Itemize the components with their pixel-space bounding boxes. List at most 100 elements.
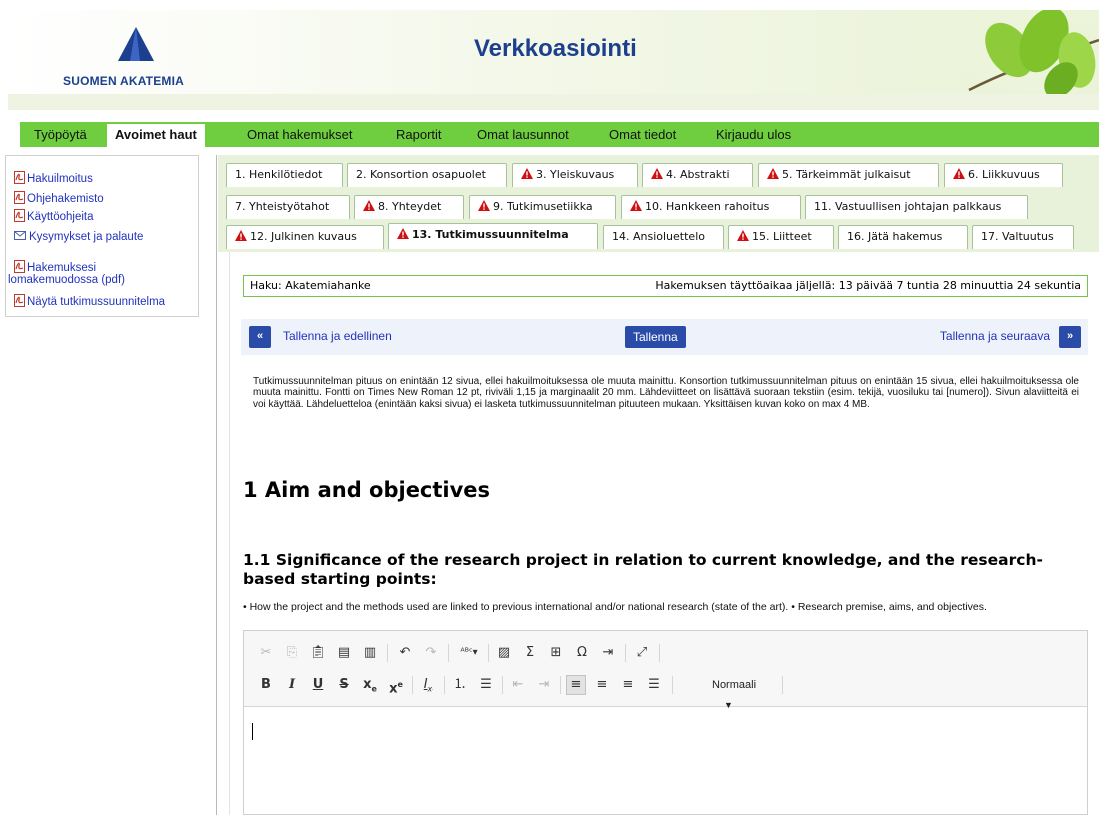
- sidebar-link-label: Kysymykset ja palaute: [29, 231, 144, 243]
- format-dropdown-value: Normaali: [712, 679, 757, 691]
- nav-item-tyopoyta[interactable]: Työpöytä: [26, 122, 95, 147]
- spellcheck-icon[interactable]: ᴬᴮᶜ▾: [456, 643, 482, 663]
- nav-item-omat-tiedot[interactable]: Omat tiedot: [601, 122, 684, 147]
- tab-label: 10. Hankkeen rahoitus: [645, 200, 770, 213]
- tab-liitteet[interactable]: 15. Liitteet: [728, 225, 834, 249]
- tab-valtuutus[interactable]: 17. Valtuutus: [972, 225, 1074, 249]
- paste-text-icon[interactable]: ▤: [334, 643, 354, 663]
- warning-icon: [397, 228, 409, 239]
- pdf-icon: [14, 171, 25, 184]
- image-icon[interactable]: ▨: [494, 643, 514, 663]
- remove-format-icon[interactable]: Ix: [418, 675, 438, 695]
- warning-icon: [235, 230, 247, 241]
- tab-tutkimusetiikka[interactable]: 9. Tutkimusetiikka: [469, 195, 616, 219]
- undo-icon[interactable]: ↶: [395, 643, 415, 663]
- tab-vastuullisen-johtajan-palkkaus[interactable]: 11. Vastuullisen johtajan palkkaus: [805, 195, 1028, 219]
- cut-icon[interactable]: ✂: [256, 643, 276, 663]
- math-icon[interactable]: Σ: [520, 643, 540, 663]
- tab-ansioluettelo[interactable]: 14. Ansioluettelo: [603, 225, 724, 249]
- save-and-previous-link[interactable]: Tallenna ja edellinen: [283, 329, 392, 343]
- redo-icon[interactable]: ↷: [421, 643, 441, 663]
- tab-abstrakti[interactable]: 4. Abstrakti: [642, 163, 753, 187]
- tab-jata-hakemus[interactable]: 16. Jätä hakemus: [838, 225, 968, 249]
- toolbar-separator: [412, 676, 413, 694]
- sidebar-link-kayttoohjeita[interactable]: Käyttöohjeita: [14, 209, 94, 223]
- indent-icon[interactable]: ⇥: [534, 675, 554, 695]
- save-next-icon-button[interactable]: »: [1059, 326, 1081, 348]
- subscript-icon[interactable]: xe: [360, 675, 380, 695]
- indent-list-icon[interactable]: ⇥: [598, 643, 618, 663]
- warning-icon: [363, 200, 375, 211]
- time-remaining: Hakemuksen täyttöaikaa jäljellä: 13 päiv…: [655, 279, 1081, 292]
- instructions-text: Tutkimussuunnitelman pituus on enintään …: [253, 376, 1079, 410]
- paste-icon[interactable]: 📋︎: [308, 643, 328, 663]
- nav-item-omat-hakemukset[interactable]: Omat hakemukset: [239, 122, 361, 147]
- tab-label: 11. Vastuullisen johtajan palkkaus: [814, 200, 1002, 213]
- table-icon[interactable]: ⊞: [546, 643, 566, 663]
- italic-icon[interactable]: I: [282, 675, 302, 695]
- save-and-next-link[interactable]: Tallenna ja seuraava: [940, 329, 1050, 343]
- tab-label: 12. Julkinen kuvaus: [250, 230, 357, 243]
- section-heading: 1 Aim and objectives: [243, 478, 491, 502]
- strike-icon[interactable]: S: [334, 675, 354, 695]
- tab-yleiskuvaus[interactable]: 3. Yleiskuvaus: [512, 163, 638, 187]
- save-previous-icon-button[interactable]: «: [249, 326, 271, 348]
- nav-item-avoimet-haut[interactable]: Avoimet haut: [107, 122, 205, 147]
- sidebar-link-label: Ohjehakemisto: [27, 193, 104, 205]
- special-char-icon[interactable]: Ω: [572, 643, 592, 663]
- align-left-icon[interactable]: ≡: [566, 675, 586, 695]
- logo-triangle-icon: [118, 27, 154, 61]
- tab-label: 6. Liikkuvuus: [968, 168, 1040, 181]
- pdf-icon: [14, 191, 25, 204]
- toolbar-separator: [625, 644, 626, 662]
- warning-icon: [737, 230, 749, 241]
- warning-icon: [521, 168, 533, 179]
- header-subband: [8, 94, 1099, 110]
- bulleted-list-icon[interactable]: ☰: [476, 675, 496, 695]
- content-divider: [216, 155, 217, 815]
- bold-icon[interactable]: B: [256, 675, 276, 695]
- tab-yhteydet[interactable]: 8. Yhteydet: [354, 195, 464, 219]
- tab-henkilotiedot[interactable]: 1. Henkilötiedot: [226, 163, 343, 187]
- align-center-icon[interactable]: ≡: [592, 675, 612, 695]
- tab-liikkuvuus[interactable]: 6. Liikkuvuus: [944, 163, 1063, 187]
- header: SUOMEN AKATEMIA Verkkoasiointi: [8, 10, 1099, 94]
- warning-icon: [651, 168, 663, 179]
- outdent-icon[interactable]: ⇤: [508, 675, 528, 695]
- justify-icon[interactable]: ☰: [644, 675, 664, 695]
- paste-word-icon[interactable]: ▥: [360, 643, 380, 663]
- rich-text-editor: ✂ ⎘ 📋︎ ▤ ▥ ↶ ↷ ᴬᴮᶜ▾ ▨ Σ ⊞ Ω ⇥ ⤢ B I U S …: [243, 630, 1088, 815]
- tab-tutkimussuunnitelma[interactable]: 13. Tutkimussuunnitelma: [388, 223, 598, 249]
- tab-label: 2. Konsortion osapuolet: [356, 168, 486, 181]
- toolbar-separator: [444, 676, 445, 694]
- logo[interactable]: SUOMEN AKATEMIA: [63, 27, 213, 88]
- align-right-icon[interactable]: ≡: [618, 675, 638, 695]
- tab-yhteistyotahot[interactable]: 7. Yhteistyötahot: [226, 195, 350, 219]
- format-dropdown[interactable]: Normaali ▼: [708, 675, 778, 710]
- main-nav: Työpöytä Avoimet haut Omat hakemukset Ra…: [20, 122, 1099, 147]
- nav-item-raportit[interactable]: Raportit: [388, 122, 450, 147]
- sidebar-link-nayta-tutkimussuunnitelma[interactable]: Näytä tutkimussuunnitelma: [14, 294, 165, 308]
- maximize-icon[interactable]: ⤢: [632, 643, 652, 663]
- copy-icon[interactable]: ⎘: [282, 643, 302, 663]
- tab-konsortion-osapuolet[interactable]: 2. Konsortion osapuolet: [347, 163, 507, 187]
- save-button[interactable]: Tallenna: [625, 326, 686, 348]
- tab-tarkeimmat-julkaisut[interactable]: 5. Tärkeimmät julkaisut: [758, 163, 939, 187]
- sidebar-link-ohjehakemisto[interactable]: Ohjehakemisto: [14, 191, 104, 205]
- editor-text-area[interactable]: [252, 723, 253, 740]
- tab-hankkeen-rahoitus[interactable]: 10. Hankkeen rahoitus: [621, 195, 801, 219]
- tab-label: 5. Tärkeimmät julkaisut: [782, 168, 911, 181]
- superscript-icon[interactable]: xe: [386, 675, 406, 696]
- pdf-icon: [14, 260, 25, 273]
- sidebar-link-hakuilmoitus[interactable]: Hakuilmoitus: [14, 171, 93, 185]
- numbered-list-icon[interactable]: ⒈: [450, 675, 470, 695]
- nav-item-omat-lausunnot[interactable]: Omat lausunnot: [469, 122, 577, 147]
- tab-label: 13. Tutkimussuunnitelma: [412, 228, 569, 241]
- sidebar-link-hakemuksesi-pdf[interactable]: Hakemuksesi lomakemuodossa (pdf): [8, 260, 125, 286]
- sidebar-link-kysymykset-ja-palaute[interactable]: Kysymykset ja palaute: [14, 231, 143, 243]
- tab-julkinen-kuvaus[interactable]: 12. Julkinen kuvaus: [226, 225, 384, 249]
- underline-icon[interactable]: U: [308, 675, 328, 695]
- subsection-heading: 1.1 Significance of the research project…: [243, 551, 1043, 588]
- toolbar-separator: [782, 676, 783, 694]
- nav-item-kirjaudu-ulos[interactable]: Kirjaudu ulos: [708, 122, 799, 147]
